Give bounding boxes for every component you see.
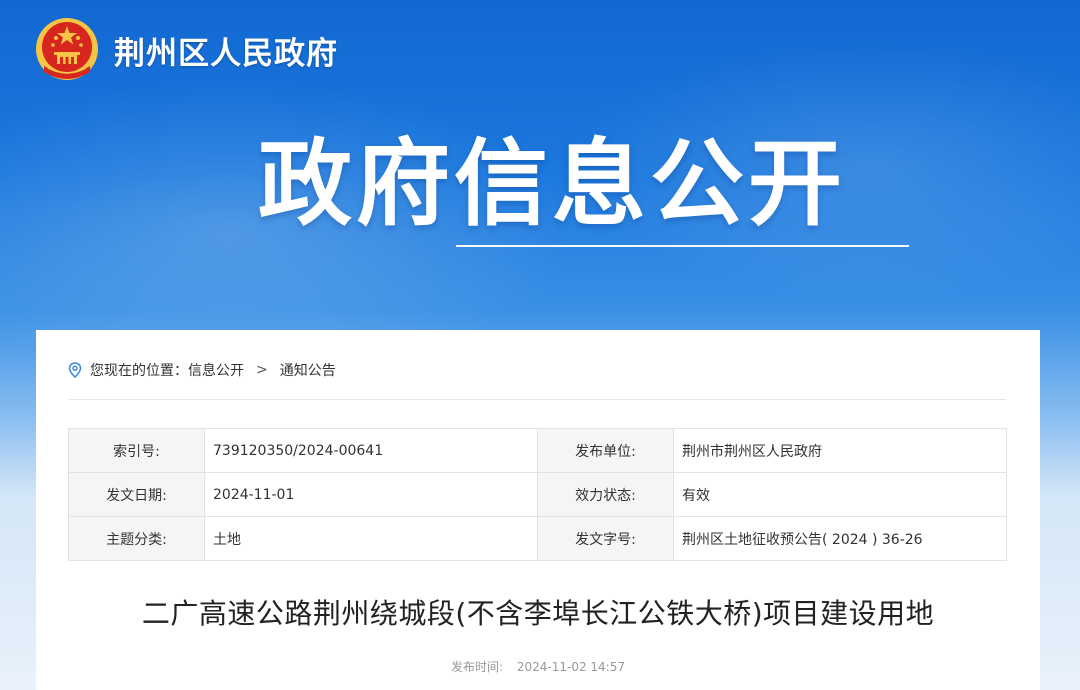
national-emblem-icon[interactable] [34, 16, 100, 86]
index-number-label: 索引号: [68, 428, 205, 473]
content-panel: 您现在的位置： 信息公开 > 通知公告 索引号: 739120350/2024-… [36, 330, 1040, 690]
table-row: 主题分类: 土地 发文字号: 荆州区土地征收预公告( 2024 ) 36-26 [68, 516, 1007, 561]
publish-time-label: 发布时间: [450, 660, 504, 674]
breadcrumb-separator: > [256, 362, 268, 378]
subject-category-label: 主题分类: [68, 516, 205, 561]
site-name[interactable]: 荆州区人民政府 [114, 28, 338, 73]
publisher-value: 荆州市荆州区人民政府 [673, 428, 1007, 473]
validity-status-value: 有效 [673, 472, 1007, 517]
breadcrumb: 您现在的位置： 信息公开 > 通知公告 [68, 360, 336, 380]
hero-title: 政府信息公开 [258, 130, 847, 239]
publish-meta: 发布时间: 2024-11-02 14:57 [36, 658, 1040, 675]
publish-time-value: 2024-11-02 14:57 [516, 660, 625, 674]
breadcrumb-item-notices[interactable]: 通知公告 [280, 360, 336, 380]
hero-underline [456, 245, 909, 247]
divider [68, 399, 1006, 400]
table-row: 索引号: 739120350/2024-00641 发布单位: 荆州市荆州区人民… [68, 428, 1007, 473]
document-number-label: 发文字号: [537, 516, 674, 561]
publisher-label: 发布单位: [537, 428, 674, 473]
breadcrumb-item-info-disclosure[interactable]: 信息公开 [188, 360, 244, 380]
table-row: 发文日期: 2024-11-01 效力状态: 有效 [68, 472, 1007, 517]
index-number-value: 739120350/2024-00641 [204, 428, 538, 473]
document-number-value: 荆州区土地征收预公告( 2024 ) 36-26 [673, 516, 1007, 561]
issue-date-value: 2024-11-01 [204, 472, 538, 517]
validity-status-label: 效力状态: [537, 472, 674, 517]
document-info-table: 索引号: 739120350/2024-00641 发布单位: 荆州市荆州区人民… [68, 428, 1007, 561]
issue-date-label: 发文日期: [68, 472, 205, 517]
subject-category-value: 土地 [204, 516, 538, 561]
location-pin-icon [68, 362, 82, 378]
document-title: 二广高速公路荆州绕城段(不含李埠长江公铁大桥)项目建设用地 [141, 597, 935, 630]
breadcrumb-prefix: 您现在的位置： [90, 363, 188, 379]
